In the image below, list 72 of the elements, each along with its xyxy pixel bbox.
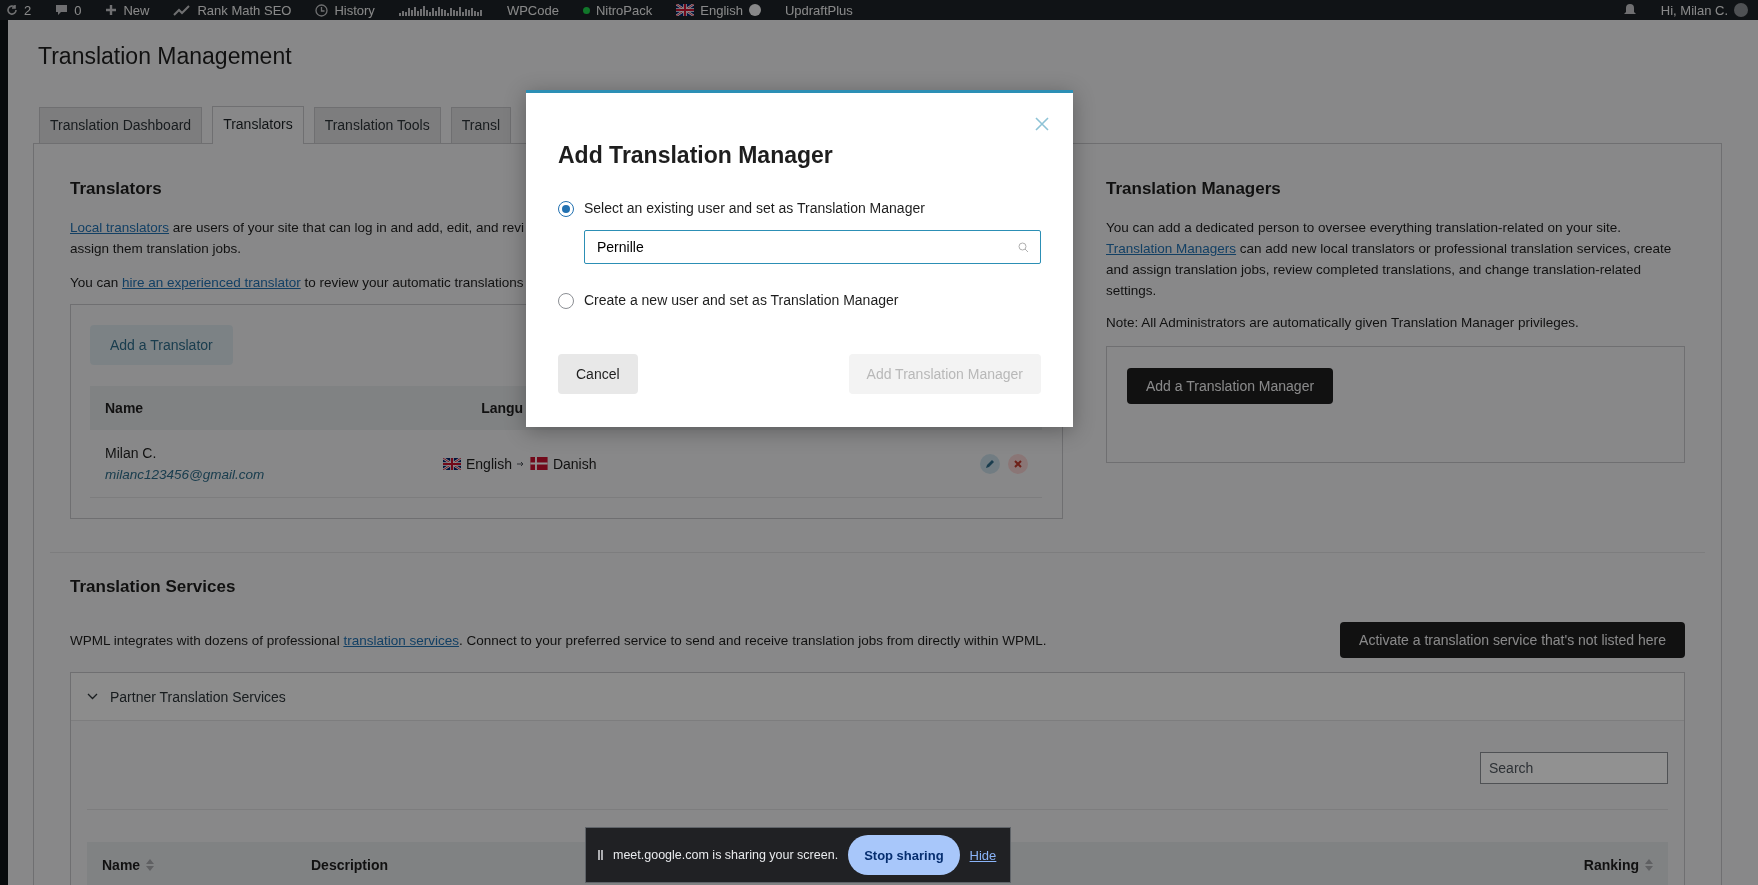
intro-text: assign them translation jobs. bbox=[70, 240, 242, 258]
greeting-link[interactable]: Hi, Milan C. bbox=[1660, 2, 1728, 18]
page-title: Translation Management bbox=[38, 42, 293, 71]
partner-services-header[interactable]: Partner Translation Services bbox=[71, 673, 1684, 721]
source-language: English bbox=[466, 455, 512, 472]
local-translators-link[interactable]: Local translators bbox=[70, 220, 170, 235]
denmark-flag-icon bbox=[529, 457, 548, 470]
tab[interactable]: Transl bbox=[450, 107, 512, 143]
uk-flag-icon bbox=[676, 4, 695, 16]
uk-flag-icon bbox=[443, 457, 461, 470]
admin-bar-link[interactable]: History bbox=[334, 2, 375, 18]
option-label[interactable]: Select an existing user and set as Translation Manager bbox=[584, 199, 925, 218]
admin-bar-link[interactable]: English bbox=[700, 2, 743, 18]
target-language: Danish bbox=[552, 455, 597, 472]
radio-button[interactable] bbox=[558, 200, 574, 217]
hide-link[interactable]: Hide bbox=[969, 847, 997, 863]
clock-icon bbox=[315, 3, 329, 17]
option-label[interactable]: Create a new user and set as Translation Manager bbox=[584, 291, 899, 310]
services-text: WPML integrates with dozens of professional translation services. Connect to your preferred service to send and receive translation jobs from directly within WPML. bbox=[70, 631, 1047, 650]
translator-name: Milan C. bbox=[105, 443, 158, 463]
tab[interactable]: Translators bbox=[212, 106, 304, 144]
admin-bar-link[interactable]: WPCode bbox=[506, 2, 559, 18]
section-heading: Translators bbox=[70, 178, 163, 200]
sparkline-icon bbox=[398, 4, 483, 16]
admin-bar-link[interactable]: NitroPack bbox=[595, 2, 653, 18]
plus-icon bbox=[105, 4, 118, 16]
share-message: meet.google.com is sharing your screen. bbox=[613, 848, 839, 862]
admin-bar-link[interactable]: UpdraftPlus bbox=[784, 2, 853, 18]
translation-managers-link[interactable]: Translation Managers bbox=[1106, 241, 1237, 256]
close-icon[interactable] bbox=[1033, 115, 1051, 133]
chart-icon bbox=[173, 4, 192, 16]
column-header: Description bbox=[311, 856, 388, 873]
column-header: Name bbox=[102, 856, 141, 873]
refresh-icon bbox=[6, 4, 18, 16]
section-heading: Translation Managers bbox=[1106, 178, 1282, 200]
stop-sharing-button[interactable]: Stop sharing bbox=[848, 835, 960, 875]
dialog-title: Add Translation Manager bbox=[558, 141, 834, 170]
add-translator-button[interactable]: Add a Translator bbox=[90, 325, 233, 365]
bell-icon[interactable] bbox=[1622, 3, 1637, 17]
column-header: Langu bbox=[481, 400, 524, 416]
admin-bar-link[interactable]: New bbox=[123, 2, 150, 18]
admin-bar-link[interactable]: Rank Math SEO bbox=[197, 2, 292, 18]
section-heading: Translation Services bbox=[70, 576, 237, 598]
cancel-button[interactable]: Cancel bbox=[558, 354, 638, 394]
admin-bar-link[interactable]: 0 bbox=[74, 2, 82, 18]
tab[interactable]: Translation Tools bbox=[313, 107, 441, 143]
column-header: Name bbox=[105, 400, 144, 416]
tab[interactable]: Translation Dashboard bbox=[39, 107, 203, 143]
drag-handle-icon[interactable] bbox=[598, 850, 603, 860]
translation-services-link[interactable]: translation services bbox=[343, 632, 459, 648]
activate-service-button[interactable]: Activate a translation service that's not listed here bbox=[1340, 622, 1685, 658]
edit-icon[interactable] bbox=[980, 453, 1000, 474]
status-dot-icon bbox=[582, 6, 590, 14]
managers-text: You can add a dedicated person to oversee everything translation-related on your site. Translation Managers can add new local translators or professional translation services, create and assign translation jobs, review completed translations, and change translation-related settings. bbox=[1106, 219, 1673, 300]
note-text: Note: All Administrators are automatically given Translation Manager privileges. bbox=[1106, 314, 1580, 332]
arrow-icon bbox=[516, 460, 525, 467]
avatar-icon bbox=[1734, 3, 1748, 17]
radio-button[interactable] bbox=[558, 292, 574, 309]
column-header: Ranking bbox=[1583, 856, 1639, 873]
hire-translator-link[interactable]: hire an experienced translator bbox=[122, 275, 301, 290]
hire-text: You can hire an experienced translator to review your automatic translations bbox=[70, 274, 524, 292]
admin-bar-link[interactable]: 2 bbox=[24, 2, 32, 18]
add-manager-button[interactable]: Add a Translation Manager bbox=[1127, 368, 1334, 404]
partner-services-title: Partner Translation Services bbox=[110, 688, 286, 705]
translator-email: milanc123456@gmail.com bbox=[105, 465, 266, 484]
chevron-icon bbox=[87, 693, 98, 700]
comment-icon bbox=[55, 4, 69, 16]
user-search-field[interactable]: Pernille bbox=[584, 230, 1041, 264]
search-field[interactable]: Search bbox=[1480, 752, 1668, 784]
search-icon bbox=[1018, 242, 1029, 253]
intro-text: Local translators are users of your site that can log in and add, edit, and revi bbox=[70, 219, 525, 237]
delete-icon[interactable] bbox=[1008, 453, 1028, 474]
